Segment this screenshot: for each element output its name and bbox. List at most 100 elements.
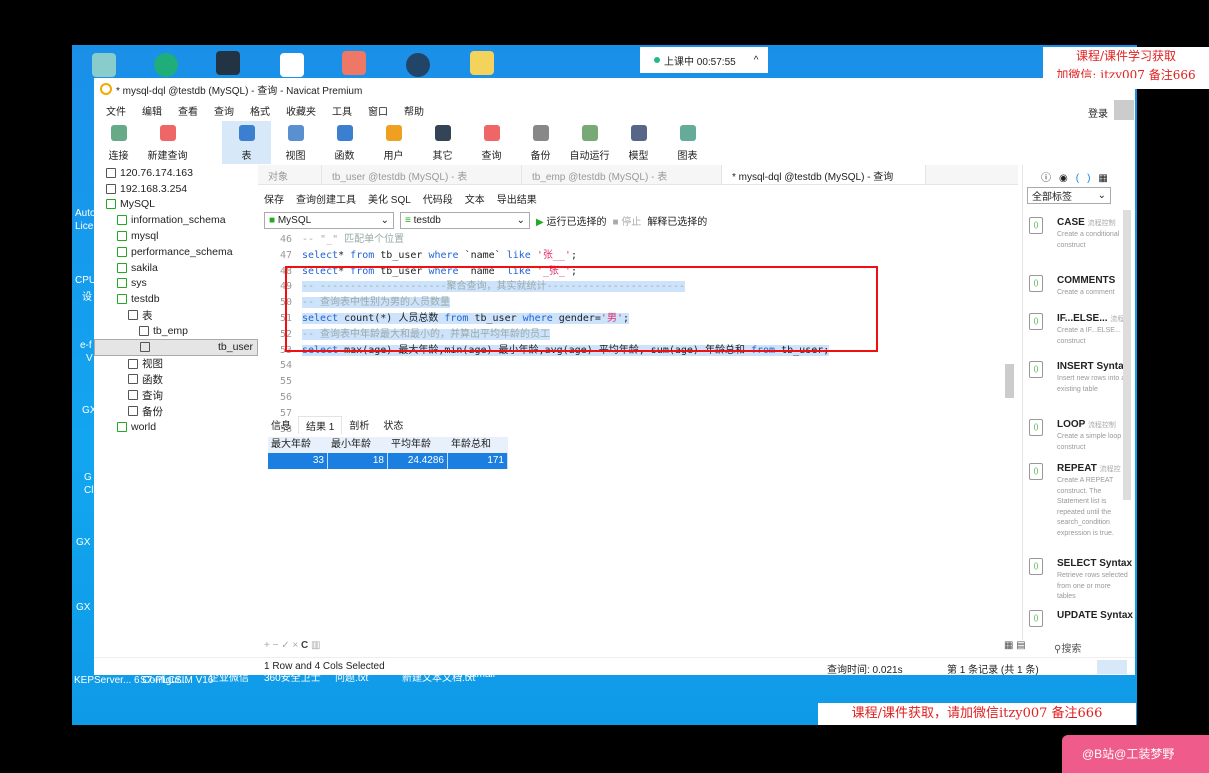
column-header[interactable]: 平均年龄 — [388, 437, 448, 453]
tab-3[interactable]: * mysql-dql @testdb (MySQL) - 查询 — [722, 165, 926, 184]
tree-item[interactable]: sys — [94, 276, 258, 292]
tree-item[interactable]: sakila — [94, 260, 258, 276]
app-icon[interactable] — [280, 53, 304, 77]
grid-view-icon[interactable]: ▦ ▤ — [1004, 640, 1026, 651]
menu-item-4[interactable]: 格式 — [250, 103, 270, 119]
database-select[interactable]: ≡ testdb ⌄ — [400, 212, 530, 229]
toolbar-button-0[interactable]: 连接 — [94, 121, 143, 164]
desktop-label[interactable]: KEPServer... 6 Configur... — [74, 675, 188, 686]
folder-icon[interactable] — [470, 51, 494, 75]
column-header[interactable]: 最大年龄 — [268, 437, 328, 453]
toolbar-button-2[interactable]: 表 — [222, 121, 271, 164]
grid-actions-icons[interactable]: + − ✓ × C ▥ — [264, 640, 320, 651]
search-field[interactable]: ⚲搜索 — [1054, 640, 1081, 655]
tree-item[interactable]: information_schema — [94, 212, 258, 228]
computer-icon[interactable] — [92, 53, 116, 77]
snippet-tag: 流程控制 — [1087, 422, 1116, 429]
editor-scrollbar[interactable] — [1005, 364, 1014, 398]
tree-item[interactable]: 192.168.3.254 — [94, 181, 258, 197]
code-text: select* from tb_user where `name` like '… — [302, 250, 577, 261]
app-icon[interactable] — [406, 53, 430, 77]
tree-item[interactable]: 函数 — [94, 372, 258, 388]
toolbar-button-4[interactable]: 函数 — [320, 121, 369, 164]
tree-item[interactable]: MySQL — [94, 197, 258, 213]
tree-item[interactable]: 查询 — [94, 387, 258, 403]
edge-icon[interactable] — [154, 53, 178, 77]
model-icon — [630, 125, 647, 141]
menu-item-2[interactable]: 查看 — [178, 103, 198, 119]
toolbar-button-8[interactable]: 备份 — [516, 121, 565, 164]
toolbar-button-9[interactable]: 自动运行 — [565, 121, 614, 164]
query-toolbar-1[interactable]: 查询创建工具 — [296, 191, 356, 206]
line-number: 56 — [279, 392, 292, 403]
tree-item-label: 备份 — [142, 405, 163, 418]
menu-item-0[interactable]: 文件 — [106, 103, 126, 119]
table-cell[interactable]: 24.4286 — [388, 453, 448, 469]
table-icon — [238, 125, 255, 141]
panel-toggle-icons[interactable] — [1097, 660, 1127, 674]
tree-item-label: 192.168.3.254 — [120, 182, 188, 195]
tree-item[interactable]: testdb — [94, 291, 258, 307]
table-cell[interactable]: 18 — [328, 453, 388, 469]
view-icon — [287, 125, 304, 141]
query-toolbar-0[interactable]: 保存 — [264, 191, 284, 206]
table-cell[interactable]: 33 — [268, 453, 328, 469]
table-cell[interactable]: 171 — [448, 453, 508, 469]
app-icon[interactable] — [342, 51, 366, 75]
toolbar-button-5[interactable]: 用户 — [369, 121, 418, 164]
toolbar-button-10[interactable]: 模型 — [614, 121, 663, 164]
explain-selected-button[interactable]: 解释已选择的 — [647, 213, 707, 228]
result-tab-2[interactable]: 剖析 — [342, 416, 376, 434]
menu-item-8[interactable]: 帮助 — [404, 103, 424, 119]
run-selected-button[interactable]: ▶ 运行已选择的 — [536, 213, 606, 228]
avatar[interactable] — [1114, 100, 1134, 120]
tree-item[interactable]: 120.76.174.163 — [94, 165, 258, 181]
menu-item-5[interactable]: 收藏夹 — [286, 103, 316, 119]
desktop-label[interactable]: S7-PLCSIM V16 — [140, 675, 213, 686]
result-tab-3[interactable]: 状态 — [376, 416, 410, 434]
result-tab-1[interactable]: 结果 1 — [298, 416, 343, 434]
function-icon — [336, 125, 353, 141]
toolbar-button-6[interactable]: 其它 — [418, 121, 467, 164]
tab-0[interactable]: 对象 — [258, 165, 322, 184]
tree-item[interactable]: world — [94, 419, 258, 435]
tree-item[interactable]: performance_schema — [94, 244, 258, 260]
toolbar-button-1[interactable]: 新建查询 — [143, 121, 192, 164]
tab-2[interactable]: tb_emp @testdb (MySQL) - 表 — [522, 165, 722, 184]
column-header[interactable]: 最小年龄 — [328, 437, 388, 453]
tree-item[interactable]: tb_emp — [94, 323, 258, 339]
tree-item[interactable]: 视图 — [94, 356, 258, 372]
toolbar-button-3[interactable]: 视图 — [271, 121, 320, 164]
chevron-up-icon[interactable]: ^ — [754, 55, 759, 66]
query-toolbar-5[interactable]: 导出结果 — [497, 191, 537, 206]
result-tab-0[interactable]: 信息 — [264, 416, 298, 434]
tia-portal-icon[interactable] — [216, 51, 240, 75]
stop-button[interactable]: ■ 停止 — [612, 213, 641, 228]
code-token: `name` — [458, 249, 507, 261]
table-row[interactable]: 33 18 24.4286 171 — [268, 453, 508, 469]
query-toolbar-4[interactable]: 文本 — [465, 191, 485, 206]
tree-item[interactable]: tb_user — [94, 338, 258, 356]
menu-item-6[interactable]: 工具 — [332, 103, 352, 119]
query-toolbar-2[interactable]: 美化 SQL — [368, 191, 411, 206]
column-header[interactable]: 年龄总和 — [448, 437, 508, 453]
login-button[interactable]: 登录 — [1088, 105, 1108, 120]
tree-item[interactable]: 备份 — [94, 403, 258, 419]
tree-item[interactable]: mysql — [94, 228, 258, 244]
table-icon — [140, 342, 150, 353]
toolbar-button-7[interactable]: 查询 — [467, 121, 516, 164]
tree-item[interactable]: 表 — [94, 307, 258, 323]
tag-filter-select[interactable]: 全部标签 ⌄ — [1027, 187, 1111, 204]
menu-item-3[interactable]: 查询 — [214, 103, 234, 119]
snippet-title: LOOP 流程控制 — [1057, 419, 1133, 430]
menu-item-7[interactable]: 窗口 — [368, 103, 388, 119]
tab-1[interactable]: tb_user @testdb (MySQL) - 表 — [322, 165, 522, 184]
toolbar-label: 备份 — [530, 151, 551, 162]
menu-item-1[interactable]: 编辑 — [142, 103, 162, 119]
connection-select[interactable]: ■ MySQL ⌄ — [264, 212, 394, 229]
panel-mode-icons[interactable]: ⓘ◉()▦ — [1041, 169, 1116, 184]
toolbar-button-11[interactable]: 图表 — [663, 121, 712, 164]
desktop-label: e-f — [80, 340, 92, 351]
query-toolbar-3[interactable]: 代码段 — [423, 191, 453, 206]
snippet-scrollbar[interactable] — [1123, 210, 1131, 500]
